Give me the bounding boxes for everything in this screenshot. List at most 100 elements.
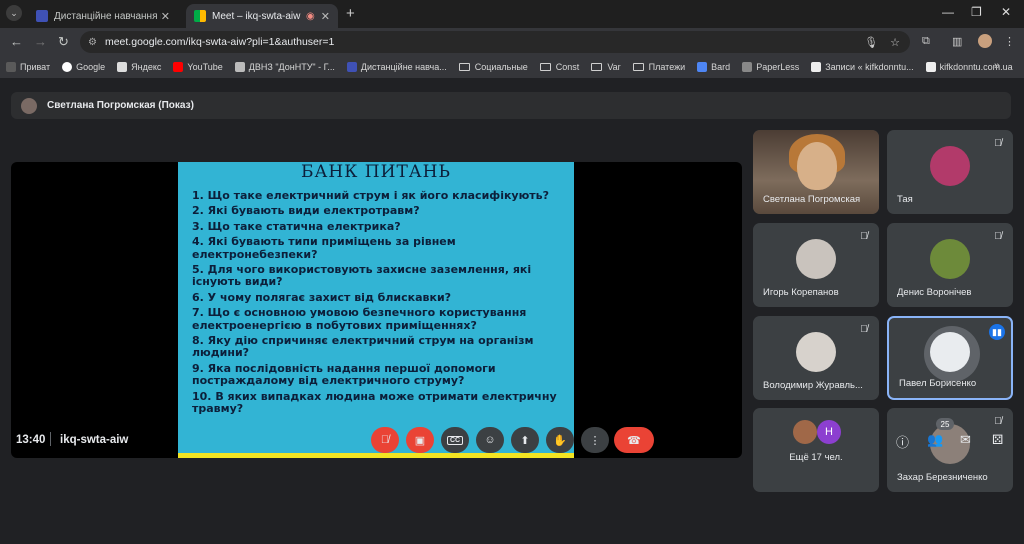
mic-icon[interactable]: 🎙 bbox=[864, 36, 878, 49]
menu-icon[interactable]: ⋮ bbox=[1004, 35, 1015, 48]
bookmark-item[interactable]: ДВНЗ "ДонНТУ" - Г... bbox=[234, 62, 335, 72]
privat-icon bbox=[6, 62, 16, 72]
address-bar[interactable]: ⚙ meet.google.com/ikq-swta-aiw?pli=1&aut… bbox=[80, 31, 910, 53]
meeting-code: ikq-swta-aiw bbox=[60, 434, 129, 446]
bookmarks-overflow-icon[interactable]: » bbox=[994, 60, 1000, 72]
list-item: 5. Для чого використовують захисне зазем… bbox=[192, 263, 532, 289]
present-button[interactable]: ⬆ bbox=[511, 427, 539, 453]
folder-icon bbox=[591, 63, 603, 71]
bookmark-item[interactable]: Записи « kifkdonntu... bbox=[811, 62, 914, 72]
bookmark-folder[interactable]: Платежи bbox=[632, 62, 685, 72]
more-options-button[interactable]: ⋮ bbox=[581, 427, 609, 453]
tab-search-button[interactable]: ⌄ bbox=[6, 5, 22, 21]
mic-off-icon: 🎙̸ bbox=[860, 324, 868, 335]
bookmark-folder[interactable]: Const bbox=[539, 62, 579, 72]
mic-off-icon: 🎙̸ bbox=[994, 416, 1002, 427]
avatar bbox=[21, 97, 37, 114]
avatar bbox=[930, 239, 970, 279]
avatar bbox=[796, 332, 836, 372]
mic-toggle-button[interactable]: 🎙̸ bbox=[371, 427, 399, 453]
bookmark-folder[interactable]: Социальные bbox=[458, 62, 528, 72]
avatar bbox=[930, 146, 970, 186]
more-participants-label: Ещё 17 чел. bbox=[789, 452, 843, 463]
mic-off-icon: 🎙̸ bbox=[380, 434, 390, 446]
recording-icon: ◉ bbox=[306, 10, 315, 22]
profile-avatar[interactable] bbox=[978, 34, 992, 48]
emoji-icon: ☺ bbox=[484, 434, 496, 446]
bookmark-star-icon[interactable]: ☆ bbox=[890, 36, 900, 49]
yandex-icon bbox=[117, 62, 128, 72]
more-vert-icon: ⋮ bbox=[589, 434, 601, 447]
site-icon bbox=[346, 62, 357, 72]
participant-name: Светлана Погромская bbox=[763, 194, 861, 205]
people-icon[interactable]: 👥 bbox=[927, 432, 943, 448]
bookmarks-bar: Приват Google Яндекс YouTube ДВНЗ "ДонНТ… bbox=[0, 56, 1024, 78]
tab-distance-learning[interactable]: Дистанційне навчання в ВСП ✕ bbox=[28, 4, 178, 28]
list-item: 9. Яка послідовність надання першої допо… bbox=[192, 361, 496, 388]
url-text: meet.google.com/ikq-swta-aiw?pli=1&authu… bbox=[104, 36, 335, 48]
slide-title: БАНК ПИТАНЬ bbox=[301, 162, 451, 182]
minimize-icon[interactable]: — bbox=[942, 5, 954, 19]
raise-hand-button[interactable]: ✋ bbox=[546, 427, 574, 453]
extensions-icon[interactable]: ⧉ bbox=[922, 35, 930, 48]
bookmark-item[interactable]: Bard bbox=[697, 62, 730, 72]
presenter-bar: Светлана Погромская (Показ) bbox=[11, 92, 1011, 119]
participant-tile[interactable]: 🎙̸ Володимир Журавль... bbox=[753, 316, 879, 400]
reactions-button[interactable]: ☺ bbox=[476, 427, 504, 453]
site-icon bbox=[811, 62, 822, 72]
bard-icon bbox=[697, 62, 708, 72]
camera-toggle-button[interactable]: ▣ bbox=[406, 427, 434, 453]
mic-off-icon: 🎙̸ bbox=[860, 231, 868, 242]
bookmark-item[interactable]: Приват bbox=[6, 62, 50, 72]
participant-tile[interactable]: 🎙̸ Тая bbox=[887, 130, 1013, 214]
participant-count-badge: 25 bbox=[936, 418, 954, 430]
meet-favicon-icon bbox=[194, 10, 206, 22]
leave-call-button[interactable]: ☎ bbox=[614, 427, 654, 453]
participant-name: Захар Березниченко bbox=[897, 472, 988, 483]
new-tab-button[interactable]: + bbox=[346, 5, 355, 22]
meet-main: Светлана Погромская (Показ) БАНК ПИТАНЬ … bbox=[0, 78, 1024, 544]
captions-icon: CC bbox=[446, 435, 464, 445]
hand-icon: ✋ bbox=[553, 434, 567, 447]
bookmark-folder[interactable]: Var bbox=[591, 62, 621, 72]
mic-off-icon: 🎙̸ bbox=[994, 138, 1002, 149]
divider bbox=[50, 432, 51, 446]
tab-close-icon[interactable]: ✕ bbox=[321, 10, 330, 23]
list-item: 6. У чому полягає захист від блискавки? bbox=[192, 290, 452, 304]
bookmark-item[interactable]: YouTube bbox=[173, 62, 223, 72]
more-participants-tile[interactable]: H Ещё 17 чел. bbox=[753, 408, 879, 492]
forward-icon[interactable]: → bbox=[34, 34, 47, 49]
list-item: 4. Які бувають типи приміщень за рівнем … bbox=[192, 235, 456, 261]
site-icon bbox=[234, 62, 245, 72]
restore-icon[interactable]: ❐ bbox=[971, 5, 982, 19]
close-window-icon[interactable]: ✕ bbox=[1001, 5, 1011, 19]
avatar: H bbox=[817, 420, 841, 444]
question-list: 1. Що таке електричний струм і як його к… bbox=[178, 182, 574, 416]
participant-name: Павел Борисенко bbox=[899, 378, 977, 389]
bookmark-item[interactable]: Google bbox=[62, 62, 105, 72]
site-info-icon[interactable]: ⚙ bbox=[88, 37, 97, 48]
folder-icon bbox=[539, 63, 551, 71]
back-icon[interactable]: ← bbox=[10, 34, 23, 49]
participant-tile[interactable]: 🎙̸ Денис Воронічев bbox=[887, 223, 1013, 307]
reload-icon[interactable]: ↻ bbox=[58, 34, 69, 50]
bookmark-item[interactable]: Яндекс bbox=[117, 62, 161, 72]
tab-close-icon[interactable]: ✕ bbox=[161, 10, 170, 23]
chat-icon[interactable]: ✉ bbox=[960, 432, 971, 448]
tab-meet[interactable]: Meet – ikq-swta-aiw ◉ ✕ bbox=[186, 4, 338, 28]
bookmark-item[interactable]: PaperLess bbox=[742, 62, 799, 72]
captions-button[interactable]: CC bbox=[441, 427, 469, 453]
speaking-indicator-icon: ▮▮ bbox=[989, 324, 1005, 340]
site-icon bbox=[742, 62, 753, 72]
participant-tile[interactable]: 🎙̸ Игорь Корепанов bbox=[753, 223, 879, 307]
presenter-label: Светлана Погромская (Показ) bbox=[47, 100, 194, 111]
side-panel-icon[interactable]: ▥ bbox=[952, 35, 962, 48]
participant-tile[interactable]: Светлана Погромская bbox=[753, 130, 879, 214]
bookmark-item[interactable]: Дистанційне навча... bbox=[346, 62, 447, 72]
avatar bbox=[796, 239, 836, 279]
activities-icon[interactable]: ⚄ bbox=[992, 432, 1003, 448]
list-item: 3. Що таке статична електрика? bbox=[192, 219, 401, 233]
participant-tile-speaking[interactable]: ▮▮ Павел Борисенко bbox=[887, 316, 1013, 400]
participant-name: Володимир Журавль... bbox=[763, 380, 863, 391]
info-icon[interactable]: ⓘ bbox=[896, 432, 909, 451]
